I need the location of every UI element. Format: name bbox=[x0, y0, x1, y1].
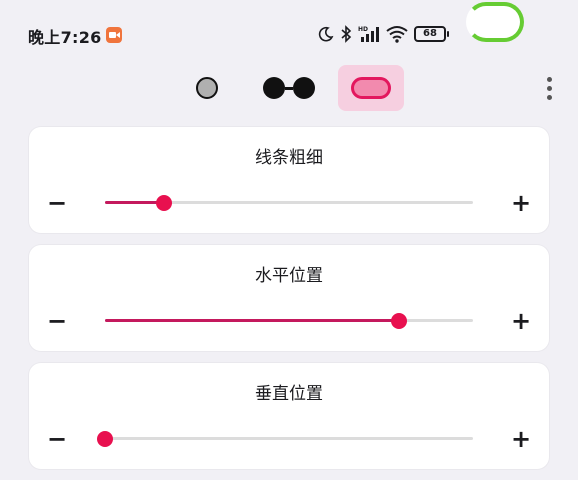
green-indicator-icon bbox=[466, 2, 524, 42]
increase-button[interactable]: + bbox=[507, 189, 535, 217]
moon-icon bbox=[318, 26, 334, 42]
plus-icon: + bbox=[510, 425, 532, 453]
wifi-icon bbox=[386, 26, 408, 43]
single-circle-button[interactable] bbox=[174, 65, 240, 111]
card-title: 线条粗细 bbox=[255, 148, 323, 168]
slider-thumb[interactable] bbox=[391, 313, 407, 329]
slider-fill bbox=[105, 319, 399, 322]
toolbar bbox=[0, 60, 578, 116]
card-title: 垂直位置 bbox=[255, 384, 323, 404]
card-title: 水平位置 bbox=[255, 266, 323, 286]
plus-icon: + bbox=[510, 307, 532, 335]
decrease-button[interactable]: − bbox=[43, 425, 71, 453]
status-bar: 晚上7:26 HD 68 bbox=[0, 0, 578, 60]
glasses-icon bbox=[263, 77, 315, 99]
vertical-position-card: 垂直位置 − + bbox=[29, 363, 549, 469]
bluetooth-icon bbox=[341, 25, 352, 43]
status-time: 晚上7:26 bbox=[28, 28, 102, 47]
vertical-position-slider[interactable] bbox=[97, 431, 473, 447]
increase-button[interactable]: + bbox=[507, 425, 535, 453]
more-vertical-icon bbox=[546, 76, 552, 82]
screen-record-icon bbox=[106, 27, 122, 43]
minus-icon: − bbox=[46, 307, 68, 335]
status-icons: HD 68 bbox=[318, 22, 452, 46]
capsule-icon bbox=[351, 77, 391, 99]
line-width-card: 线条粗细 − + bbox=[29, 127, 549, 233]
horizontal-position-card: 水平位置 − + bbox=[29, 245, 549, 351]
more-options-button[interactable] bbox=[536, 70, 562, 106]
increase-button[interactable]: + bbox=[507, 307, 535, 335]
decrease-button[interactable]: − bbox=[43, 307, 71, 335]
slider-thumb[interactable] bbox=[156, 195, 172, 211]
line-width-slider[interactable] bbox=[105, 195, 473, 211]
battery-icon: 68 bbox=[414, 26, 449, 42]
capsule-button[interactable] bbox=[338, 65, 404, 111]
plus-icon: + bbox=[510, 189, 532, 217]
minus-icon: − bbox=[46, 189, 68, 217]
hd-signal-icon: HD bbox=[358, 26, 379, 42]
decrease-button[interactable]: − bbox=[43, 189, 71, 217]
horizontal-position-slider[interactable] bbox=[105, 313, 473, 329]
svg-text:HD: HD bbox=[358, 26, 368, 33]
minus-icon: − bbox=[46, 425, 68, 453]
circle-icon bbox=[196, 77, 218, 99]
double-circle-button[interactable] bbox=[256, 65, 322, 111]
slider-thumb[interactable] bbox=[97, 431, 113, 447]
